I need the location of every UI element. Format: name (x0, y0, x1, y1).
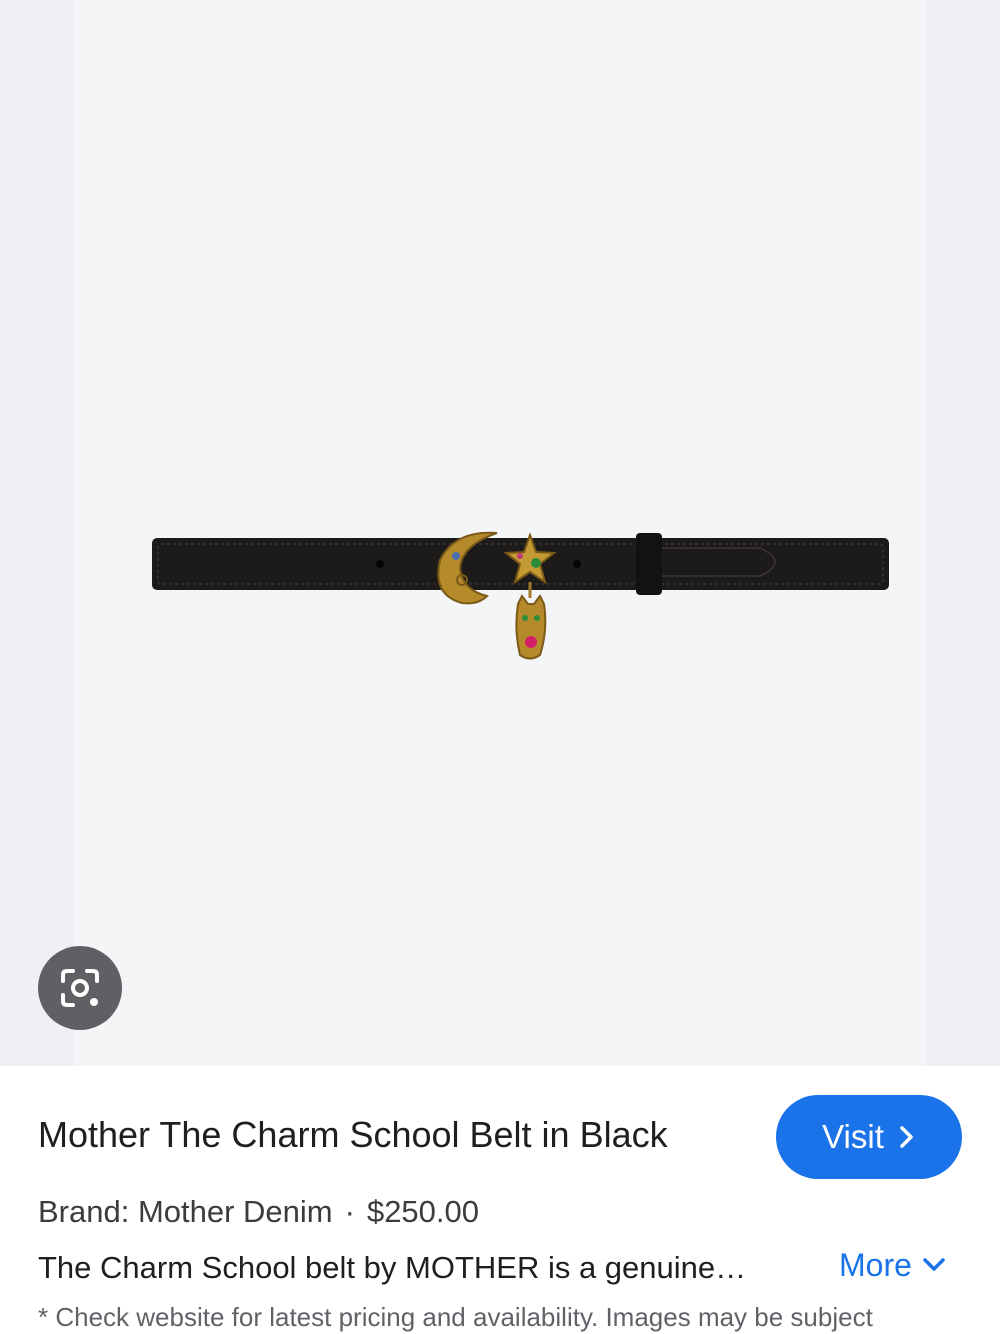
more-label: More (839, 1247, 912, 1283)
price-text: $250.00 (366, 1194, 480, 1229)
product-title: Mother The Charm School Belt in Black (38, 1114, 668, 1155)
chevron-right-icon (900, 1126, 913, 1148)
brand-text: Brand: Mother Denim (38, 1194, 333, 1229)
google-lens-button[interactable] (38, 946, 122, 1030)
more-button[interactable]: More (839, 1246, 946, 1284)
visit-label: Visit (822, 1118, 884, 1155)
meta-separator: · (344, 1194, 355, 1229)
visit-button[interactable]: Visit (776, 1095, 962, 1179)
product-description: The Charm School belt by MOTHER is a gen… (38, 1250, 747, 1285)
chevron-down-icon (923, 1258, 945, 1271)
cat-charm (515, 594, 547, 660)
google-lens-icon (61, 969, 99, 1007)
pricing-disclaimer: * Check website for latest pricing and a… (38, 1302, 873, 1332)
product-meta: Brand: Mother Denim · $250.00 (38, 1193, 479, 1231)
product-image-area[interactable] (0, 0, 1000, 1066)
belt-product-image[interactable] (0, 0, 1000, 1066)
belt-keeper (636, 533, 662, 595)
